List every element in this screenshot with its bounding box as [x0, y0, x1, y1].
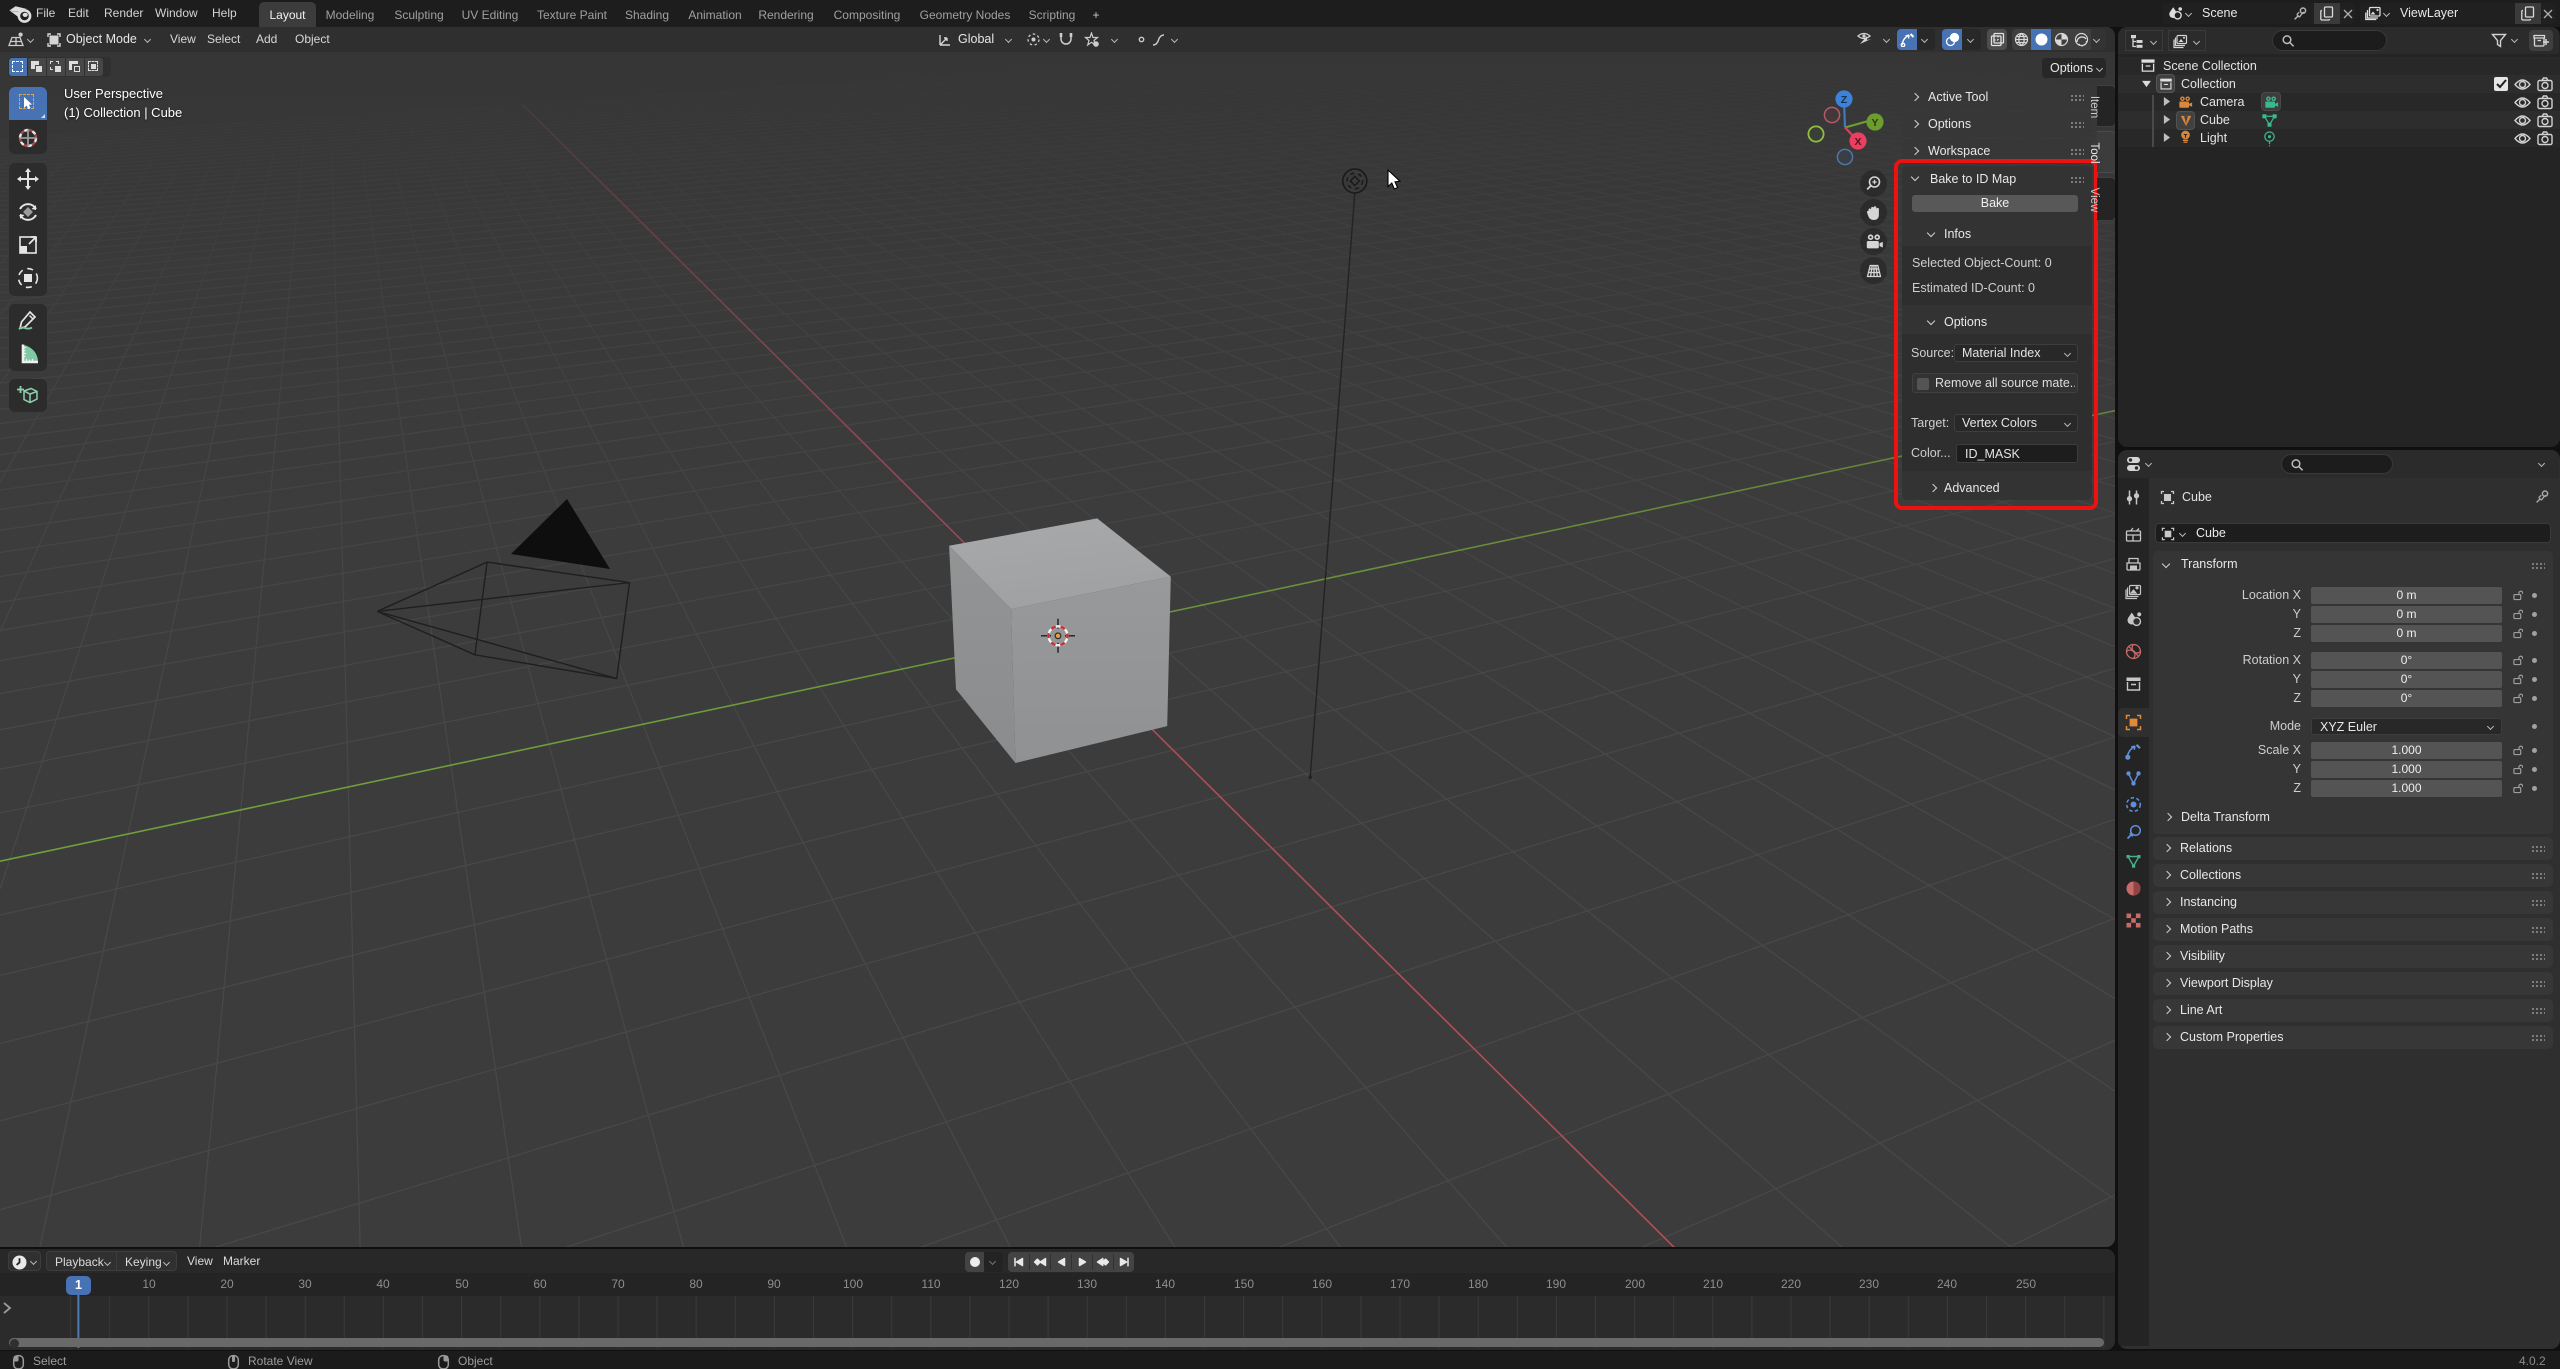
svg-text:Y: Y: [1871, 117, 1878, 129]
svg-text:Z: Z: [1841, 94, 1848, 106]
svg-text:X: X: [1854, 136, 1861, 148]
